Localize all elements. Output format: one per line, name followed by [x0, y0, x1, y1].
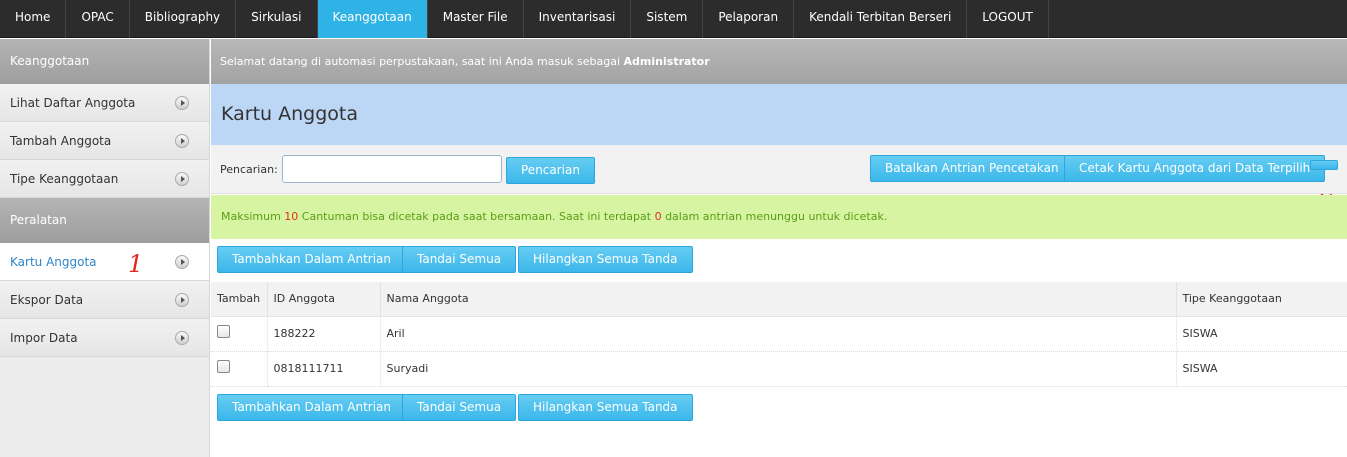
info-queue-count: 0 [654, 210, 662, 223]
cell-id-anggota: 188222 [266, 316, 380, 352]
row-checkbox[interactable] [217, 324, 230, 338]
annotation-1: 1 [128, 250, 144, 278]
info-max-count: 10 [284, 210, 299, 223]
search-button[interactable]: Pencarian [506, 157, 595, 184]
welcome-text: Selamat datang di automasi perpustakaan,… [220, 55, 624, 68]
mark-all-button[interactable]: Tandai Semua [402, 394, 517, 421]
nav-keanggotaan[interactable]: Keanggotaan [317, 0, 428, 38]
member-table: Tambah ID Anggota Nama Anggota Tipe Kean… [211, 282, 1347, 387]
add-to-queue-button[interactable]: Tambahkan Dalam Antrian [217, 394, 407, 421]
title-bar: Kartu Anggota [211, 84, 1347, 145]
arrow-right-icon [175, 255, 189, 269]
search-bar: Pencarian: Pencarian Batalkan Antrian Pe… [211, 145, 1347, 194]
arrow-right-icon [175, 134, 189, 148]
nav-opac[interactable]: OPAC [66, 0, 130, 38]
sidebar-section-peralatan: Peralatan [0, 198, 209, 243]
sidebar: Keanggotaan Lihat Daftar Anggota Tambah … [0, 39, 210, 457]
sidebar-item-tipe-keanggotaan[interactable]: Tipe Keanggotaan [0, 160, 209, 198]
nav-home[interactable]: Home [0, 0, 67, 38]
sidebar-item-label: Tambah Anggota [10, 134, 112, 148]
sidebar-item-tambah-anggota[interactable]: Tambah Anggota [0, 122, 209, 160]
sidebar-item-impor-data[interactable]: Impor Data [0, 319, 209, 357]
page-title: Kartu Anggota [221, 103, 358, 125]
info-text: Cantuman bisa dicetak pada saat bersamaa… [298, 210, 655, 223]
nav-sirkulasi[interactable]: Sirkulasi [236, 0, 318, 38]
top-navigation: Home OPAC Bibliography Sirkulasi Keanggo… [0, 0, 1347, 38]
extra-button[interactable] [1310, 160, 1338, 170]
search-label: Pencarian: [220, 163, 278, 176]
sidebar-item-label: Kartu Anggota [10, 255, 97, 269]
print-member-card-button[interactable]: Cetak Kartu Anggota dari Data Terpilih [1064, 155, 1326, 182]
unmark-all-button[interactable]: Hilangkan Semua Tanda [518, 394, 693, 421]
search-input[interactable] [282, 155, 502, 183]
unmark-all-button[interactable]: Hilangkan Semua Tanda [518, 246, 693, 273]
table-row: 0818111711 Suryadi SISWA [211, 351, 1347, 387]
cell-nama-anggota: Aril [379, 316, 1176, 352]
row-checkbox-cell [211, 316, 267, 352]
nav-kendali-terbitan-berseri[interactable]: Kendali Terbitan Berseri [794, 0, 968, 38]
cancel-print-queue-button[interactable]: Batalkan Antrian Pencetakan [870, 155, 1074, 182]
cell-nama-anggota: Suryadi [379, 351, 1176, 387]
nav-pelaporan[interactable]: Pelaporan [703, 0, 795, 38]
arrow-right-icon [175, 172, 189, 186]
nav-master-file[interactable]: Master File [428, 0, 524, 38]
sidebar-item-ekspor-data[interactable]: Ekspor Data [0, 281, 209, 319]
table-row: 188222 Aril SISWA [211, 316, 1347, 352]
column-header-tambah[interactable]: Tambah [211, 282, 267, 317]
table-header-row: Tambah ID Anggota Nama Anggota Tipe Kean… [211, 282, 1347, 317]
action-bar-bottom: Tambahkan Dalam Antrian Tandai Semua Hil… [211, 388, 1347, 429]
row-checkbox[interactable] [217, 359, 230, 373]
sidebar-item-label: Ekspor Data [10, 293, 84, 307]
column-header-tipe-keanggotaan[interactable]: Tipe Keanggotaan [1175, 282, 1347, 317]
arrow-right-icon [175, 331, 189, 345]
add-to-queue-button[interactable]: Tambahkan Dalam Antrian [217, 246, 407, 273]
info-text: Maksimum [221, 210, 285, 223]
sidebar-item-lihat-daftar-anggota[interactable]: Lihat Daftar Anggota [0, 84, 209, 122]
action-bar-top: Tambahkan Dalam Antrian Tandai Semua Hil… [211, 240, 1347, 281]
sidebar-item-label: Impor Data [10, 331, 78, 345]
cell-tipe-keanggotaan: SISWA [1175, 316, 1347, 352]
sidebar-item-label: Tipe Keanggotaan [10, 172, 119, 186]
arrow-right-icon [175, 96, 189, 110]
welcome-bar: Selamat datang di automasi perpustakaan,… [211, 39, 1347, 84]
row-checkbox-cell [211, 351, 267, 387]
nav-sistem[interactable]: Sistem [631, 0, 704, 38]
mark-all-button[interactable]: Tandai Semua [402, 246, 517, 273]
sidebar-section-keanggotaan: Keanggotaan [0, 39, 209, 84]
sidebar-item-label: Lihat Daftar Anggota [10, 96, 136, 110]
column-header-nama-anggota[interactable]: Nama Anggota [379, 282, 1176, 317]
info-text: dalam antrian menunggu untuk dicetak. [661, 210, 888, 223]
nav-inventarisasi[interactable]: Inventarisasi [524, 0, 632, 38]
info-message: Maksimum 10 Cantuman bisa dicetak pada s… [211, 195, 1347, 239]
nav-logout[interactable]: LOGOUT [967, 0, 1049, 38]
arrow-right-icon [175, 293, 189, 307]
column-header-id-anggota[interactable]: ID Anggota [266, 282, 380, 317]
cell-id-anggota: 0818111711 [266, 351, 380, 387]
welcome-user: Administrator [623, 55, 710, 68]
cell-tipe-keanggotaan: SISWA [1175, 351, 1347, 387]
nav-bibliography[interactable]: Bibliography [130, 0, 237, 38]
sidebar-item-kartu-anggota[interactable]: Kartu Anggota [0, 243, 209, 281]
